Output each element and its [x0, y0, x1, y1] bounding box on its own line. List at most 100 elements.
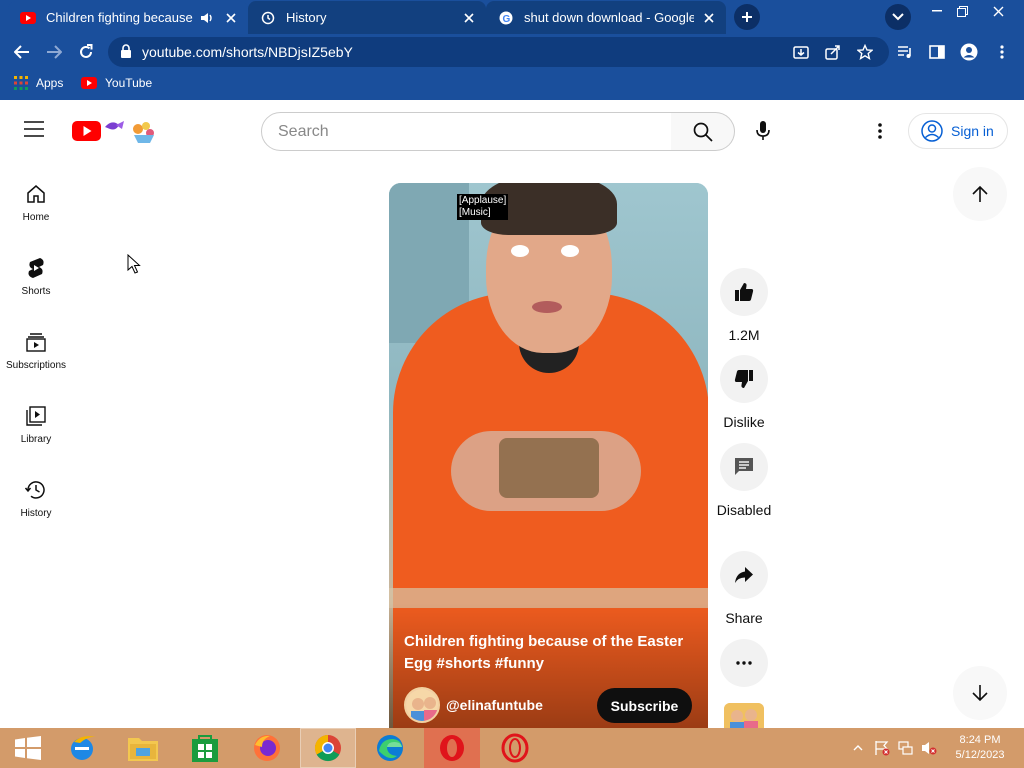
google-favicon-icon: G — [498, 10, 514, 26]
tab-youtube-short[interactable]: Children fighting because of — [8, 1, 248, 34]
tab-title: History — [286, 10, 327, 25]
history-icon — [24, 478, 48, 502]
sidebar-item-subscriptions[interactable]: Subscriptions — [0, 322, 72, 382]
channel-name[interactable]: @elinafuntube — [446, 697, 543, 713]
caption-line: [Applause] — [459, 195, 507, 206]
sound-avatar[interactable] — [724, 703, 764, 728]
tab-search-button[interactable] — [885, 4, 911, 30]
video-subject-mouth — [532, 301, 562, 313]
forward-arrow-icon — [47, 45, 62, 59]
channel-avatar[interactable] — [404, 687, 440, 723]
volume-muted-icon[interactable] — [921, 740, 937, 756]
chevron-down-icon — [892, 13, 904, 21]
bookmark-youtube[interactable]: YouTube — [81, 76, 152, 90]
kebab-menu-icon — [1000, 45, 1004, 59]
kebab-menu-icon — [878, 123, 882, 139]
like-button[interactable] — [720, 268, 768, 316]
url-text[interactable]: youtube.com/shorts/NBDjsIZ5ebY — [142, 44, 353, 60]
reload-button[interactable] — [74, 40, 98, 64]
search-input[interactable]: Search — [261, 112, 672, 151]
action-center-icon[interactable] — [874, 740, 890, 756]
media-queue-icon — [898, 46, 911, 58]
taskbar-file-explorer[interactable] — [115, 728, 171, 768]
youtube-doodle-logo[interactable] — [72, 117, 158, 145]
start-button[interactable] — [0, 728, 56, 768]
dislike-button[interactable] — [720, 355, 768, 403]
sidebar-item-label: Shorts — [21, 286, 51, 297]
forward-button[interactable] — [42, 40, 66, 64]
restore-button[interactable] — [945, 0, 979, 22]
sidebar-item-history[interactable]: History — [0, 470, 72, 530]
bookmark-apps[interactable]: Apps — [14, 76, 63, 90]
address-bar[interactable]: youtube.com/shorts/NBDjsIZ5ebY — [108, 37, 889, 67]
caption-line: [Music] — [459, 207, 491, 218]
profile-button[interactable] — [957, 40, 981, 64]
side-panel-button[interactable] — [925, 40, 949, 64]
windows-taskbar: 8:24 PM 5/12/2023 — [0, 728, 1024, 768]
taskbar-firefox[interactable] — [239, 728, 295, 768]
show-hidden-icons-button[interactable] — [850, 740, 866, 756]
share-arrow-icon — [735, 567, 753, 583]
share-page-icon[interactable] — [822, 41, 844, 63]
tab-google-search[interactable]: G shut down download - Google Se — [486, 1, 726, 34]
back-button[interactable] — [10, 40, 34, 64]
subscribe-button[interactable]: Subscribe — [597, 688, 692, 723]
bookmark-label: YouTube — [105, 76, 153, 90]
sidebar-item-shorts[interactable]: Shorts — [0, 248, 72, 308]
close-window-button[interactable] — [981, 0, 1015, 22]
taskbar-opera-gx[interactable] — [487, 728, 543, 768]
youtube-header: Search Sign in — [0, 103, 1024, 159]
taskbar-internet-explorer[interactable] — [54, 728, 110, 768]
taskbar-store[interactable] — [177, 728, 233, 768]
share-button[interactable] — [720, 551, 768, 599]
bookmark-label: Apps — [36, 76, 64, 90]
opera-icon — [440, 735, 464, 761]
short-title[interactable]: Children fighting because of the Easter … — [404, 631, 694, 675]
folder-icon — [128, 738, 158, 761]
more-actions-button[interactable] — [720, 639, 768, 687]
browser-menu-button[interactable] — [990, 40, 1014, 64]
install-app-icon[interactable] — [790, 41, 812, 63]
sidebar-item-library[interactable]: Library — [0, 396, 72, 456]
close-tab-icon[interactable] — [700, 9, 718, 27]
speaker-icon[interactable] — [200, 10, 216, 26]
chrome-icon — [314, 734, 341, 762]
taskbar-edge[interactable] — [362, 728, 418, 768]
tab-history[interactable]: History — [248, 1, 486, 34]
like-action: 1.2M — [720, 268, 768, 345]
taskbar-clock[interactable]: 8:24 PM 5/12/2023 — [944, 733, 1016, 763]
close-tab-icon[interactable] — [460, 9, 478, 27]
tab-title: shut down download - Google Se — [524, 10, 694, 25]
search-icon — [693, 122, 713, 142]
close-tab-icon[interactable] — [222, 9, 240, 27]
new-tab-button[interactable] — [734, 4, 760, 30]
store-icon — [192, 735, 218, 762]
previous-short-button[interactable] — [953, 167, 1007, 221]
shorts-video-player[interactable]: [Applause] [Music] Children fighting bec… — [389, 183, 708, 728]
dislike-label: Dislike — [723, 414, 765, 430]
taskbar-opera[interactable] — [424, 728, 480, 768]
search-button[interactable] — [671, 112, 735, 151]
video-subject-eye — [511, 245, 529, 257]
opera-gx-icon — [501, 733, 529, 763]
sidebar-item-home[interactable]: Home — [0, 174, 72, 234]
hamburger-menu-icon — [24, 121, 44, 137]
media-control-button[interactable] — [893, 40, 917, 64]
library-icon — [24, 404, 48, 428]
lock-icon[interactable] — [120, 44, 132, 63]
next-short-button[interactable] — [953, 666, 1007, 720]
bookmark-star-icon[interactable] — [854, 41, 876, 63]
browser-toolbar: youtube.com/shorts/NBDjsIZ5ebY — [0, 34, 1024, 70]
sign-in-button[interactable]: Sign in — [908, 113, 1008, 149]
comments-button[interactable] — [720, 443, 768, 491]
comments-label: Disabled — [716, 502, 772, 518]
clock-date: 5/12/2023 — [955, 749, 1005, 761]
voice-search-button[interactable] — [745, 113, 781, 149]
settings-menu-button[interactable] — [866, 117, 894, 145]
guide-menu-button[interactable] — [24, 121, 48, 141]
network-icon[interactable] — [898, 740, 914, 756]
thumbs-up-icon — [735, 283, 754, 301]
sidebar-item-label: Library — [20, 434, 52, 445]
taskbar-chrome[interactable] — [300, 728, 356, 768]
video-subject-eye — [561, 245, 579, 257]
